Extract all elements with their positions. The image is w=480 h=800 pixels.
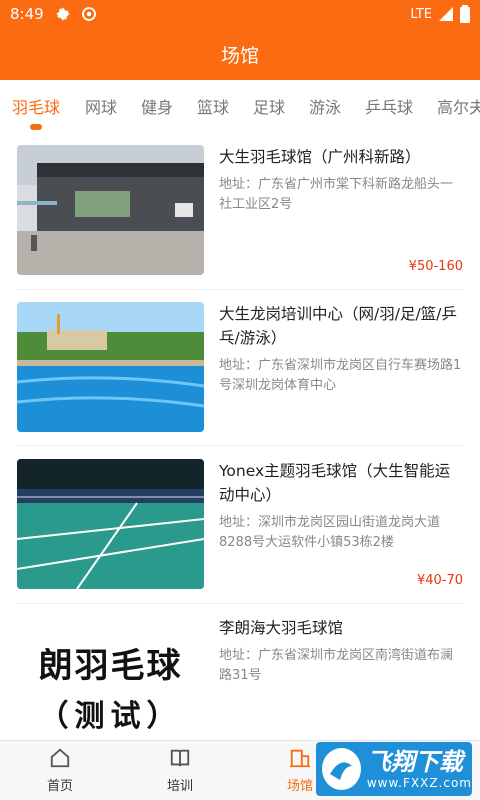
watermark-text: 飞翔下载 <box>366 748 463 776</box>
watermark-logo-icon <box>322 748 361 790</box>
venue-title: 大生羽毛球馆（广州科新路） <box>219 148 421 166</box>
venue-icon <box>289 749 311 768</box>
venue-item[interactable]: 大生龙岗培训中心（网/羽/足/篮/乒乓/游泳） 地址：广东省深圳市龙岗区自行车赛… <box>17 302 463 432</box>
app-bar: 场馆 <box>0 28 480 80</box>
venue-image <box>17 459 204 589</box>
tab-golf[interactable]: 高尔夫 <box>437 94 480 118</box>
venue-image <box>17 145 204 275</box>
venue-image <box>17 302 204 432</box>
divider <box>17 445 463 446</box>
tab-basketball[interactable]: 篮球 <box>197 94 229 118</box>
nav-label: 培训 <box>166 779 193 794</box>
nav-label: 首页 <box>46 779 73 794</box>
venue-image: 朗羽毛球 （测试） <box>17 616 204 740</box>
active-tab-indicator <box>30 124 42 130</box>
venue-item[interactable]: Yonex主题羽毛球馆（大生智能运动中心） 地址：深圳市龙岗区园山街道龙岗大道8… <box>17 459 463 589</box>
nav-label: 场馆 <box>286 779 313 794</box>
settings-gear-icon <box>55 7 70 21</box>
venue-item[interactable]: 大生羽毛球馆（广州科新路） 地址：广东省广州市棠下科新路龙船头一社工业区2号 ¥… <box>17 145 463 275</box>
tab-football[interactable]: 足球 <box>253 94 285 118</box>
venue-title: 李朗海大羽毛球馆 <box>219 619 344 637</box>
venue-item[interactable]: 朗羽毛球 （测试） 李朗海大羽毛球馆 地址：广东省深圳市龙岗区南湾街道布澜路31… <box>17 616 463 740</box>
venue-address: 地址：深圳市龙岗区园山街道龙岗大道8288号大运软件小镇53栋2楼 <box>219 515 441 550</box>
status-bar: 8:49 LTE <box>0 0 480 28</box>
divider <box>17 289 463 290</box>
nav-training[interactable]: 培训 <box>150 747 210 794</box>
tab-table-tennis[interactable]: 乒乓球 <box>365 94 413 118</box>
venue-list: 大生羽毛球馆（广州科新路） 地址：广东省广州市棠下科新路龙船头一社工业区2号 ¥… <box>0 134 480 740</box>
sync-icon <box>81 7 96 21</box>
page-title: 场馆 <box>220 44 259 67</box>
battery-icon <box>460 5 470 23</box>
status-time: 8:49 <box>10 5 44 23</box>
watermark-url: www.FXXZ.com <box>366 776 472 790</box>
thumb-text-line-2: （测试） <box>38 698 183 734</box>
watermark: 飞翔下载 www.FXXZ.com <box>316 742 472 796</box>
network-type: LTE <box>410 6 432 22</box>
sport-tabs: 羽毛球 网球 健身 篮球 足球 游泳 乒乓球 高尔夫 <box>0 80 480 134</box>
thumb-text-line-1: 朗羽毛球 <box>38 645 183 686</box>
tab-badminton[interactable]: 羽毛球 <box>12 94 60 118</box>
venue-address: 地址：广东省深圳市龙岗区自行车赛场路1号深圳龙岗体育中心 <box>219 358 462 393</box>
book-icon <box>170 749 190 767</box>
venue-title: Yonex主题羽毛球馆（大生智能运动中心） <box>219 462 451 504</box>
venue-address: 地址：广东省深圳市龙岗区南湾街道布澜路31号 <box>219 648 454 683</box>
nav-home[interactable]: 首页 <box>30 747 90 794</box>
venue-address: 地址：广东省广州市棠下科新路龙船头一社工业区2号 <box>219 177 454 212</box>
venue-price: ¥40-70 <box>416 573 463 588</box>
venue-title: 大生龙岗培训中心（网/羽/足/篮/乒乓/游泳） <box>219 305 457 347</box>
home-icon <box>50 748 70 768</box>
venue-price: ¥50-160 <box>408 259 463 274</box>
tab-tennis[interactable]: 网球 <box>85 94 117 118</box>
signal-icon <box>439 7 453 21</box>
divider <box>17 603 463 604</box>
tab-fitness[interactable]: 健身 <box>141 94 173 118</box>
tab-swimming[interactable]: 游泳 <box>309 94 341 118</box>
